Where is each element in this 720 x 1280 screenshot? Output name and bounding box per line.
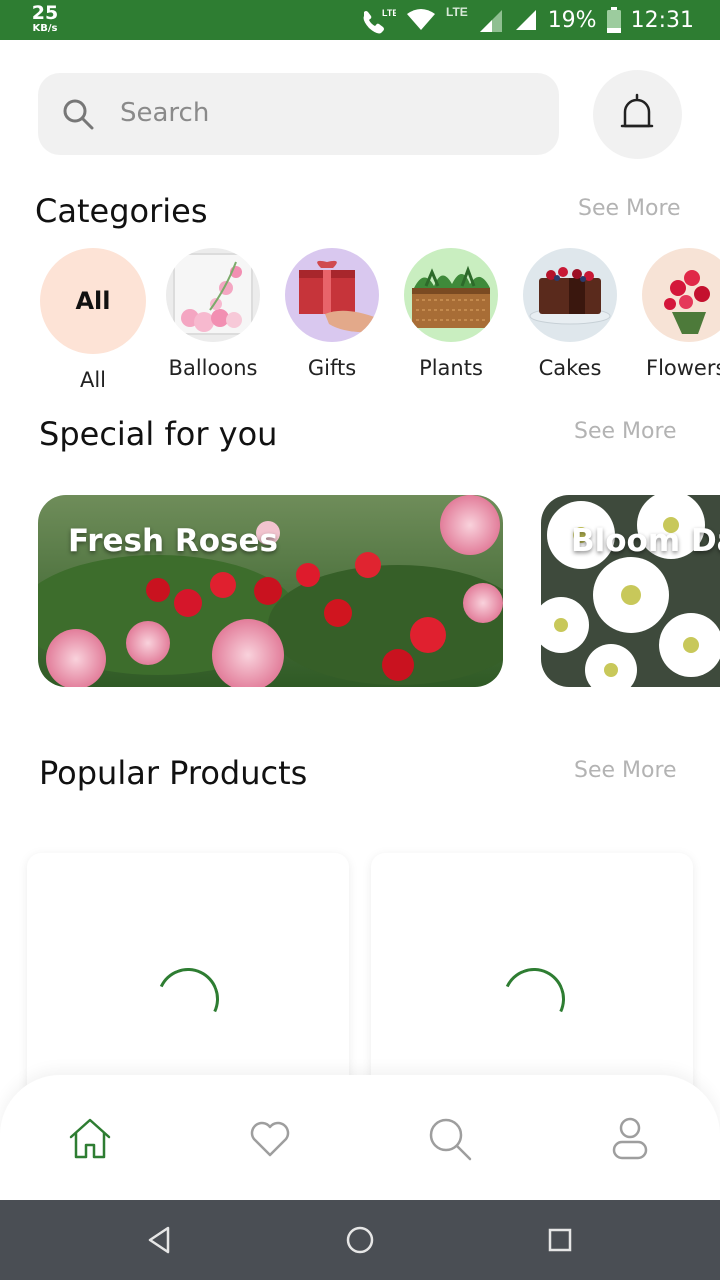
cake-image (523, 248, 617, 342)
bell-icon (620, 93, 654, 128)
wifi-icon (406, 8, 436, 32)
all-badge: All (40, 248, 146, 354)
nav-favorites[interactable] (246, 1115, 294, 1163)
category-label: Plants (419, 356, 483, 380)
nav-profile[interactable] (606, 1115, 654, 1163)
search-placeholder: Search (120, 98, 210, 128)
flowers-image (642, 248, 720, 342)
gift-image (285, 248, 379, 342)
network-speed-unit: KB/s (32, 23, 58, 34)
balloons-image (166, 248, 260, 342)
category-label: Cakes (538, 356, 602, 380)
product-card[interactable] (27, 853, 349, 1113)
svg-text:LTE: LTE (382, 8, 396, 18)
call-lte-icon: LTE (360, 6, 396, 34)
special-card-bloom-daisies[interactable]: Bloom Daisies (541, 495, 720, 687)
category-plants[interactable]: Plants (396, 248, 506, 380)
status-bar: 25 KB/s LTE LTE 19% 12:31 (0, 0, 720, 40)
special-title: Special for you (39, 415, 278, 453)
category-all-inner: All (75, 287, 111, 315)
profile-icon (612, 1117, 648, 1160)
bottom-navigation (0, 1075, 720, 1200)
category-gifts[interactable]: Gifts (277, 248, 387, 380)
back-icon[interactable] (144, 1224, 176, 1256)
category-label: Gifts (307, 356, 357, 380)
notifications-button[interactable] (593, 70, 682, 159)
loading-spinner (494, 959, 574, 1039)
special-card-title: Bloom Daisies (571, 523, 720, 559)
search-icon (429, 1118, 472, 1161)
battery-percent: 19% (547, 7, 597, 33)
popular-title: Popular Products (39, 754, 308, 792)
signal-icon (514, 8, 538, 32)
nav-home[interactable] (66, 1115, 114, 1163)
svg-text:LTE: LTE (446, 6, 468, 19)
popular-see-more[interactable]: See More (574, 758, 677, 783)
search-icon (62, 98, 94, 134)
recents-icon[interactable] (544, 1224, 576, 1256)
category-label: Balloons (168, 356, 258, 380)
heart-icon (250, 1121, 290, 1157)
home-circle-icon[interactable] (344, 1224, 376, 1256)
network-speed: 25 KB/s (30, 4, 60, 34)
special-see-more[interactable]: See More (574, 419, 677, 444)
lte-signal-icon: LTE (446, 6, 504, 34)
loading-spinner (148, 959, 228, 1039)
plants-image (404, 248, 498, 342)
special-card-fresh-roses[interactable]: Fresh Roses (38, 495, 503, 687)
system-navigation-bar (0, 1200, 720, 1280)
category-cakes[interactable]: Cakes (515, 248, 625, 380)
categories-see-more[interactable]: See More (578, 196, 681, 221)
network-speed-value: 25 (31, 2, 59, 24)
nav-search[interactable] (426, 1115, 474, 1163)
battery-icon (606, 7, 621, 33)
category-label: Flowers (646, 356, 720, 380)
category-flowers[interactable]: Flowers (634, 248, 720, 380)
home-icon (69, 1118, 111, 1159)
special-card-title: Fresh Roses (68, 523, 278, 559)
categories-title: Categories (35, 192, 208, 230)
category-label: All (79, 368, 107, 392)
product-card[interactable] (371, 853, 693, 1113)
search-input[interactable]: Search (38, 73, 559, 155)
category-balloons[interactable]: Balloons (158, 248, 268, 380)
category-all[interactable]: All All (38, 248, 148, 392)
clock: 12:31 (630, 7, 694, 33)
